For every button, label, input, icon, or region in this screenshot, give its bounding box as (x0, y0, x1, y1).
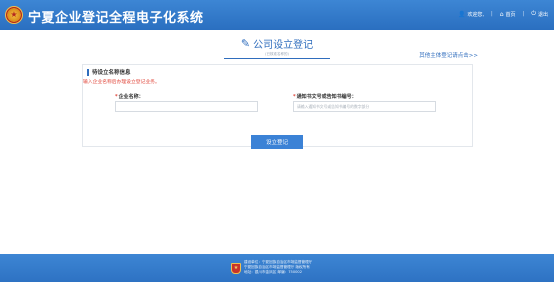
footer-line-3: 地址：银川市金凤区 邮编：750002 (244, 270, 302, 274)
page-title: 公司设立登记 (253, 40, 314, 51)
notice-number-label: *通知书文号或告知书编号： (293, 94, 357, 100)
header-nav: 👤 欢迎您, | ⌂ 首页 | ⏻ 退出 (458, 10, 548, 18)
edit-icon: ✎ (240, 37, 251, 50)
required-mark: * (293, 94, 296, 100)
submit-registration-button[interactable]: 设立登记 (251, 135, 303, 149)
site-title: 宁夏企业登记全程电子化系统 (28, 11, 204, 26)
heading-underline (224, 58, 330, 59)
page-heading: ✎ 公司设立登记 (已核准名称的) (222, 36, 332, 57)
section-marker (87, 68, 89, 76)
header-divider: | (522, 11, 525, 17)
company-name-label: *企业名称： (115, 94, 144, 100)
section-title: 待设立名称信息 (87, 68, 131, 76)
logout-link[interactable]: ⏻ 退出 (531, 10, 548, 18)
logout-label: 退出 (537, 11, 548, 18)
required-mark: * (115, 94, 118, 100)
home-link[interactable]: ⌂ 首页 (500, 11, 516, 18)
header-divider: | (491, 11, 493, 17)
power-icon: ⏻ (531, 10, 536, 17)
national-emblem-icon (5, 6, 23, 24)
main-content: ✎ 公司设立登记 (已核准名称的) 其他主体登记请点击>> 待设立名称信息 输入… (0, 30, 554, 254)
other-registration-link[interactable]: 其他主体登记请点击>> (419, 51, 478, 59)
hint-text: 输入企业名称后办理设立登记业务。 (83, 80, 160, 85)
user-icon: 👤 (457, 10, 466, 18)
section-title-text: 待设立名称信息 (92, 70, 131, 76)
home-icon: ⌂ (499, 10, 504, 18)
page-subtitle: (已核准名称的) (265, 52, 289, 56)
home-label: 首页 (505, 11, 516, 18)
welcome-text: 欢迎您, (467, 11, 485, 18)
notice-number-input[interactable] (293, 101, 436, 112)
footer-text: 建设单位：宁夏回族自治区市场监督管理厅 宁夏回族自治区市场监督管理厅 版权所有 … (244, 260, 312, 275)
user-menu[interactable]: 👤 欢迎您, (458, 11, 484, 18)
top-header: 宁夏企业登记全程电子化系统 👤 欢迎您, | ⌂ 首页 | ⏻ 退出 (0, 0, 554, 30)
company-name-input[interactable] (115, 101, 258, 112)
badge-icon (231, 263, 241, 274)
page-footer: 建设单位：宁夏回族自治区市场监督管理厅 宁夏回族自治区市场监督管理厅 版权所有 … (0, 254, 554, 282)
